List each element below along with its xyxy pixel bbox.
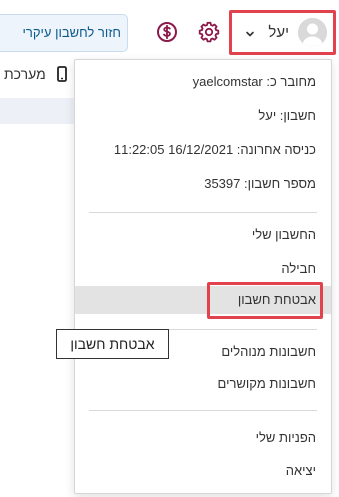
account-number-text: מספר חשבון: 35397	[204, 176, 316, 191]
account-name-text: חשבון: יעל	[258, 108, 316, 123]
menu-item-my-tickets[interactable]: הפניות שלי	[75, 424, 331, 452]
menu-item-linked-accounts[interactable]: חשבונות מקושרים	[75, 370, 331, 398]
chevron-down-icon	[245, 29, 255, 39]
menu-divider	[89, 212, 317, 213]
dollar-coin-icon[interactable]	[155, 20, 179, 44]
user-menu-toggle[interactable]: יעל	[229, 10, 336, 55]
connected-as-text: מחובר כ: yaelcomstar	[192, 74, 316, 89]
menu-item-account-security[interactable]: אבטחת חשבון	[75, 286, 331, 314]
menu-divider	[89, 410, 317, 411]
tooltip: אבטחת חשבון	[56, 329, 169, 359]
menu-item-my-account[interactable]: החשבון שלי	[75, 221, 331, 249]
gear-icon[interactable]	[197, 20, 221, 44]
last-login-text: כניסה אחרונה: 16/12/2021 11:22:05	[113, 142, 316, 157]
back-to-main-account-button[interactable]: חזור לחשבון עיקרי	[0, 14, 128, 52]
background-page-strip	[0, 98, 75, 124]
user-name: יעל	[268, 24, 289, 41]
menu-item-package[interactable]: חבילה	[75, 255, 331, 283]
top-bar: חזור לחשבון עיקרי יעל	[0, 0, 339, 66]
menu-item-logout[interactable]: יציאה	[75, 457, 331, 485]
system-nav-label[interactable]: מערכת	[4, 66, 46, 82]
user-dropdown-menu: מחובר כ: yaelcomstar חשבון: יעל כניסה אח…	[74, 59, 332, 494]
user-avatar-icon	[298, 18, 327, 47]
phone-icon	[56, 66, 68, 84]
